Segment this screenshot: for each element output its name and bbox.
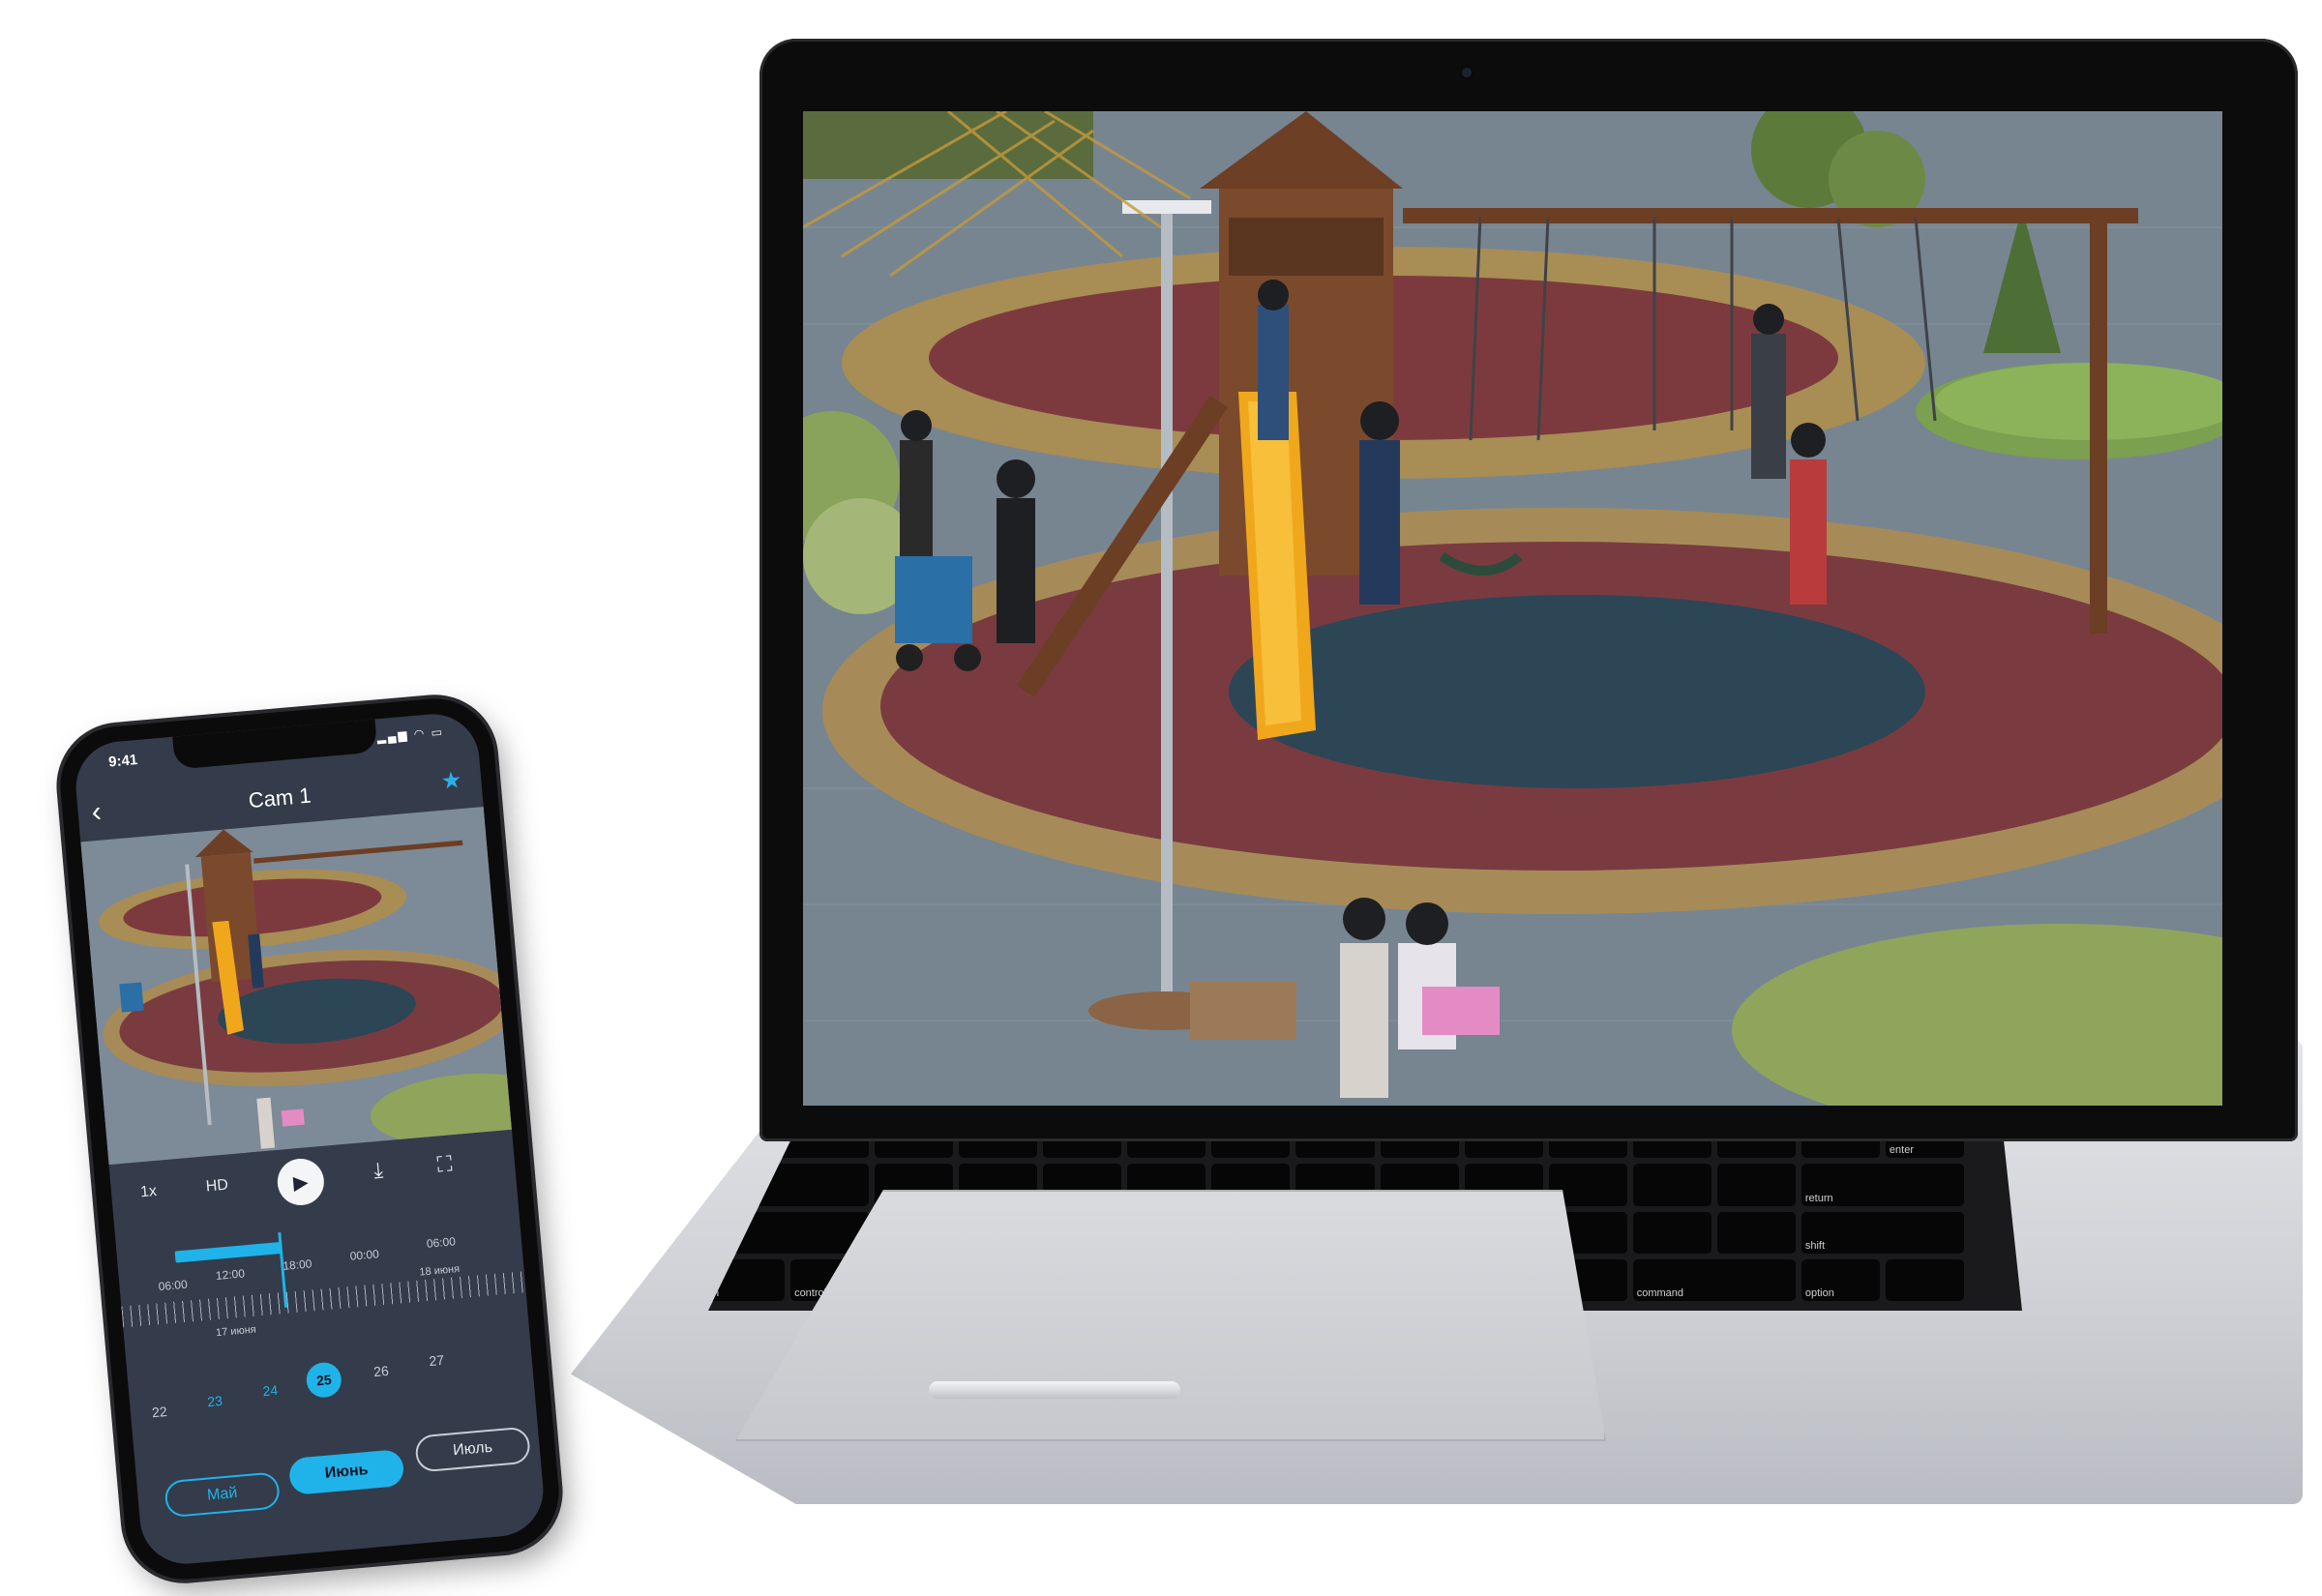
phone-notch (172, 719, 378, 770)
day-label: 18 июня (418, 1263, 461, 1279)
phone-camera-feed[interactable] (80, 807, 512, 1166)
date-item[interactable]: 23 (207, 1393, 223, 1409)
date-item[interactable]: 22 (151, 1404, 167, 1420)
play-button[interactable]: ▶ (275, 1156, 326, 1207)
key (1716, 1164, 1796, 1206)
webcam-icon (1462, 68, 1472, 77)
time-label: 18:00 (282, 1256, 313, 1273)
laptop-front-notch (929, 1381, 1180, 1399)
laptop-trackpad (735, 1190, 1606, 1441)
speed-selector[interactable]: 1x (139, 1183, 157, 1201)
month-button-selected[interactable]: Июнь (287, 1448, 405, 1496)
month-button[interactable]: Май (164, 1471, 282, 1519)
laptop-camera-feed (803, 111, 2222, 1106)
date-item[interactable]: 27 (429, 1352, 445, 1369)
status-time: 9:41 (107, 752, 138, 771)
date-item-selected[interactable]: 25 (305, 1361, 343, 1400)
recorded-range-bar (174, 1242, 283, 1263)
key: option (1801, 1258, 1880, 1301)
playground-scene-image (803, 111, 2222, 1106)
time-label: 06:00 (158, 1277, 189, 1294)
key: return (1801, 1164, 1964, 1206)
key (1716, 1211, 1796, 1254)
quality-selector[interactable]: HD (205, 1177, 229, 1197)
key (1885, 1258, 1964, 1301)
key (1632, 1164, 1712, 1206)
phone-screen: 9:41 ▂▄▆ ◠ ▭ ‹ Cam 1 ★ 1x HD ▶ ⤓ ⛶ 06:00… (72, 710, 548, 1568)
play-icon: ▶ (292, 1170, 310, 1195)
key (1632, 1211, 1712, 1254)
time-label: 12:00 (215, 1266, 246, 1283)
day-label: 17 июня (215, 1323, 257, 1340)
month-button[interactable]: Июль (414, 1426, 532, 1473)
key: command (1632, 1258, 1796, 1301)
key: shift (1801, 1211, 1964, 1254)
status-icons: ▂▄▆ ◠ ▭ (376, 724, 445, 745)
smartphone-device: 9:41 ▂▄▆ ◠ ▭ ‹ Cam 1 ★ 1x HD ▶ ⤓ ⛶ 06:00… (55, 694, 564, 1584)
date-item[interactable]: 26 (373, 1363, 390, 1379)
month-selector: Май Июнь Июль (134, 1426, 543, 1519)
time-label: 06:00 (426, 1234, 457, 1251)
timeline-scrubber[interactable]: 06:00 12:00 18:00 00:00 06:00 17 июня 18… (116, 1211, 529, 1362)
download-icon[interactable]: ⤓ (372, 1158, 384, 1184)
star-icon[interactable]: ★ (440, 766, 463, 796)
fullscreen-icon[interactable]: ⛶ (436, 1151, 454, 1177)
time-label: 00:00 (349, 1247, 380, 1263)
playground-scene-thumbnail (80, 807, 512, 1166)
date-item[interactable]: 24 (262, 1382, 279, 1399)
